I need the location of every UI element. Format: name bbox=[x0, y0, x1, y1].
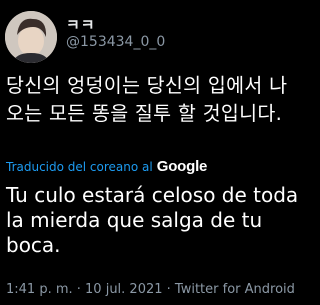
tweet-original-text: 당신의 엉덩이는 당신의 입에서 나오는 모든 똥을 질투 할 것입니다. bbox=[6, 74, 288, 125]
tweet-translated-text: Tu culo estará celoso de toda la mierda … bbox=[6, 183, 299, 257]
translation-attribution[interactable]: Traducido del coreano al Google bbox=[6, 158, 207, 175]
user-handle[interactable]: @153434_0_0 bbox=[66, 34, 165, 50]
display-name[interactable]: ㅋㅋ bbox=[66, 14, 96, 35]
translate-label[interactable]: Traducido del coreano al bbox=[6, 160, 153, 174]
avatar-image bbox=[5, 11, 57, 63]
tweet-timestamp[interactable]: 1:41 p. m. · 10 jul. 2021 · Twitter for … bbox=[6, 282, 295, 297]
tweet: ㅋㅋ @153434_0_0 당신의 엉덩이는 당신의 입에서 나오는 모든 똥… bbox=[0, 0, 305, 305]
avatar[interactable] bbox=[5, 11, 57, 63]
google-logo: Google bbox=[156, 158, 208, 175]
